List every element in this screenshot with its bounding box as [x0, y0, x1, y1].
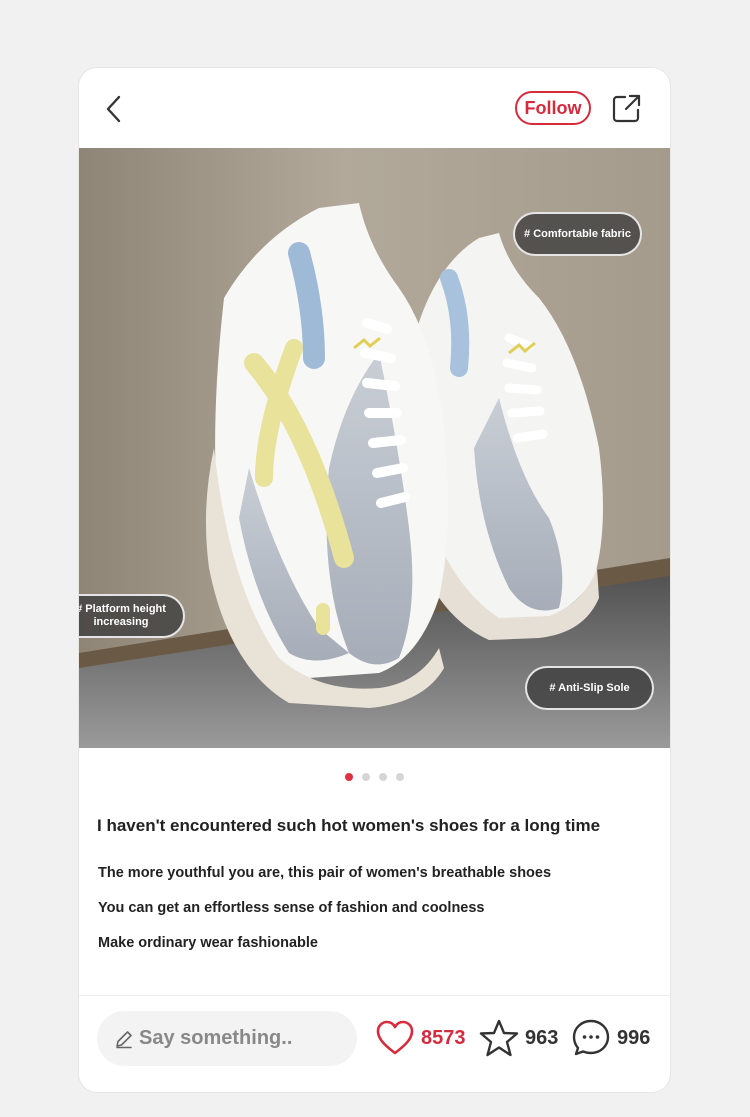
comment-count: 996 [617, 1026, 651, 1049]
post-title: I haven't encountered such hot women's s… [97, 816, 601, 835]
post-text-line: The more youthful you are, this pair of … [98, 865, 552, 881]
comment-button[interactable]: 996 [571, 1016, 650, 1060]
comment-input[interactable]: Say something.. [97, 1011, 357, 1066]
photo-tag-comfortable-fabric[interactable]: # Comfortable fabric [513, 212, 642, 256]
favorite-button[interactable]: 963 [479, 1016, 558, 1060]
heart-icon [376, 1020, 414, 1055]
carousel-dot[interactable] [396, 773, 404, 781]
product-photo[interactable]: # Comfortable fabric # Platform height i… [79, 148, 670, 748]
photo-tag-platform-height[interactable]: # Platform height increasing [79, 594, 185, 638]
comment-placeholder: Say something.. [139, 1027, 293, 1049]
star-icon [479, 1019, 519, 1057]
divider [79, 995, 670, 996]
comment-bubble-icon [572, 1019, 610, 1056]
pencil-icon [116, 1030, 132, 1048]
like-button[interactable]: 8573 [375, 1016, 466, 1060]
photo-tag-anti-slip-sole[interactable]: # Anti-Slip Sole [525, 666, 654, 710]
post-text-line: Make ordinary wear fashionable [98, 935, 318, 951]
back-chevron-icon[interactable] [101, 94, 127, 124]
favorite-count: 963 [525, 1026, 559, 1049]
follow-button[interactable]: Follow [515, 91, 591, 125]
carousel-indicator [79, 773, 670, 781]
carousel-dot[interactable] [379, 773, 387, 781]
carousel-dot[interactable] [345, 773, 353, 781]
post-card: Follow # Comfortable fabric # Platform h… [79, 68, 670, 1092]
post-text-line: You can get an effortless sense of fashi… [98, 900, 485, 916]
carousel-dot[interactable] [362, 773, 370, 781]
like-count: 8573 [421, 1026, 466, 1049]
share-icon[interactable] [611, 92, 643, 124]
